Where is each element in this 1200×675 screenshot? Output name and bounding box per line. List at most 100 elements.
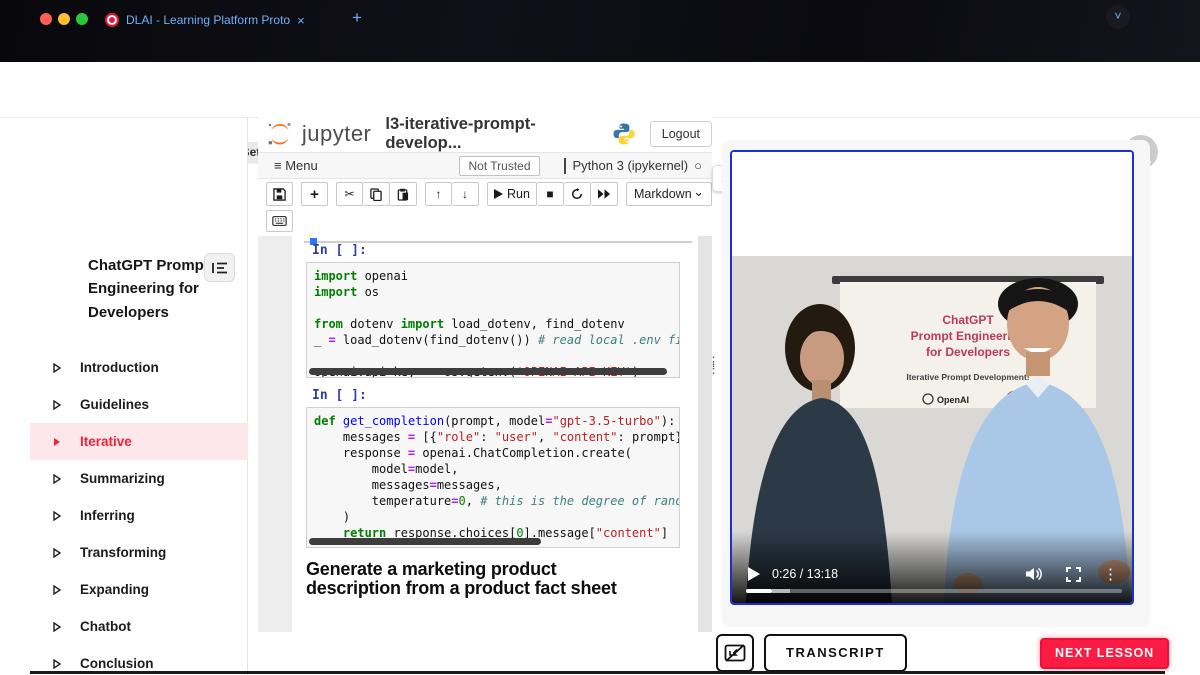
sidebar-item-label: Expanding: [80, 582, 149, 597]
toolbar-row-2: [266, 210, 293, 232]
window-bottom-edge: [30, 671, 1165, 674]
cell-type-dropdown[interactable]: Markdown ⌄: [626, 182, 712, 206]
sidebar-item-iterative-active[interactable]: Iterative: [30, 423, 248, 460]
fullscreen-icon[interactable]: [1066, 567, 1081, 582]
kernel-idle-icon: ○: [694, 158, 702, 173]
window-zoom-button[interactable]: [76, 13, 88, 25]
sidebar-item-inferring[interactable]: Inferring: [30, 497, 248, 534]
tab-favicon: [105, 13, 119, 27]
volume-icon[interactable]: [1026, 567, 1042, 581]
slide-title-line3: for Developers: [926, 345, 1010, 359]
sidebar-toggle-icon: [212, 261, 228, 275]
sidebar-item-label: Transforming: [80, 545, 166, 560]
restart-kernel-button[interactable]: [564, 182, 591, 206]
code-cell-imports[interactable]: import openaiimport os from dotenv impor…: [306, 262, 680, 378]
expand-triangle-icon[interactable]: [52, 400, 62, 410]
not-trusted-badge[interactable]: Not Trusted: [459, 156, 539, 176]
sidebar-item-label: Conclusion: [80, 656, 154, 671]
fast-forward-icon: [598, 189, 611, 199]
sidebar-item-introduction[interactable]: Introduction: [30, 349, 248, 386]
video-player[interactable]: ChatGPT Prompt Engineering for Developer…: [730, 150, 1134, 605]
keyboard-button[interactable]: [266, 210, 293, 232]
chrome-chevron-down-icon[interactable]: ˅: [1106, 5, 1130, 29]
course-sidebar: ChatGPT Prompt Engineering for Developer…: [0, 118, 248, 675]
browser-tab[interactable]: DLAI - Learning Platform Proto ×: [105, 6, 345, 34]
move-cell-up-button[interactable]: ↑: [425, 182, 452, 206]
move-cell-down-button[interactable]: ↓: [452, 182, 479, 206]
video-menu-icon[interactable]: ⋮: [1103, 565, 1118, 583]
new-tab-button[interactable]: +: [352, 8, 362, 28]
markdown-heading: Generate a marketing product description…: [306, 560, 642, 598]
jupyter-logo-icon: [266, 119, 294, 149]
transcript-button[interactable]: TRANSCRIPT: [764, 634, 907, 672]
sidebar-item-guidelines[interactable]: Guidelines: [30, 386, 248, 423]
jupyter-header: jupyter l3-iterative-prompt-develop... L…: [266, 118, 712, 150]
expand-triangle-icon[interactable]: [52, 622, 62, 632]
pip-off-icon: [724, 643, 746, 663]
expand-triangle-icon[interactable]: [52, 474, 62, 484]
divider: [564, 158, 566, 174]
expand-triangle-icon[interactable]: [52, 363, 62, 373]
jupyter-menubar: ≡ Menu Not Trusted Python 3 (ipykernel) …: [258, 152, 712, 179]
save-button[interactable]: [266, 182, 293, 206]
copy-icon: [370, 188, 382, 201]
tab-title: DLAI - Learning Platform Proto: [126, 13, 290, 27]
play-icon: [494, 189, 503, 199]
hamburger-icon: ≡: [274, 158, 282, 173]
copy-cell-button[interactable]: [363, 182, 390, 206]
sidebar-item-label: Summarizing: [80, 471, 165, 486]
cell-prompt: In [ ]:: [312, 243, 367, 258]
sidebar-item-label: Iterative: [80, 434, 132, 449]
jupyter-toolbar: + ✂ ↑ ↓ Run ■ Markdown ⌄: [266, 182, 712, 206]
video-progress-buffered: [772, 589, 790, 593]
restart-run-all-button[interactable]: [591, 182, 618, 206]
restart-icon: [571, 188, 583, 200]
sidebar-item-label: Guidelines: [80, 397, 149, 412]
url-bar-row: ← → ↻ learn.deeplearning.ai/chatgpt-prom…: [0, 34, 1200, 62]
cell-prompt: In [ ]:: [312, 388, 367, 403]
video-time: 0:26 / 13:18: [772, 567, 838, 581]
chevron-down-icon: ⌄: [693, 184, 704, 200]
panel-drag-handle[interactable]: ⋮⋮: [707, 358, 720, 372]
cut-cell-button[interactable]: ✂: [336, 182, 363, 206]
tab-close-icon[interactable]: ×: [297, 13, 305, 28]
jupyter-wordmark: jupyter: [302, 121, 372, 147]
sidebar-toggle-button[interactable]: [204, 253, 235, 282]
paste-cell-button[interactable]: [390, 182, 417, 206]
python-logo-icon: [612, 121, 636, 147]
add-cell-button[interactable]: +: [301, 182, 328, 206]
interrupt-kernel-button[interactable]: ■: [537, 182, 564, 206]
kernel-name: Python 3 (ipykernel): [573, 158, 689, 173]
window-minimize-button[interactable]: [58, 13, 70, 25]
menu-button[interactable]: ≡ Menu: [274, 158, 318, 173]
sidebar-item-expanding[interactable]: Expanding: [30, 571, 248, 608]
sidebar-item-transforming[interactable]: Transforming: [30, 534, 248, 571]
logout-button[interactable]: Logout: [650, 121, 712, 147]
video-progress-bar[interactable]: [746, 589, 1122, 593]
video-play-icon[interactable]: [748, 567, 760, 581]
slide-openai-label: OpenAI: [937, 395, 969, 405]
expand-triangle-icon[interactable]: [52, 437, 62, 447]
slide-subtitle: Iterative Prompt Development!: [906, 372, 1029, 382]
notebook-filename[interactable]: l3-iterative-prompt-develop...: [385, 115, 595, 153]
notebook-scrollbar[interactable]: [698, 236, 712, 632]
sidebar-item-chatbot[interactable]: Chatbot: [30, 608, 248, 645]
paste-icon: [397, 188, 409, 201]
code-cell-get-completion[interactable]: def get_completion(prompt, model="gpt-3.…: [306, 407, 680, 548]
slide-title-line1: ChatGPT: [942, 313, 994, 327]
sidebar-item-label: Inferring: [80, 508, 135, 523]
floppy-icon: [273, 188, 286, 201]
expand-triangle-icon[interactable]: [52, 511, 62, 521]
picture-in-picture-button[interactable]: [716, 634, 754, 672]
next-lesson-button[interactable]: NEXT LESSON: [1040, 638, 1169, 669]
page: DLAI - Learning Platform Proto × + ˅ ← →…: [0, 0, 1200, 675]
run-cell-button[interactable]: Run: [487, 182, 537, 206]
window-close-button[interactable]: [40, 13, 52, 25]
cell-hscrollbar[interactable]: [309, 368, 667, 375]
video-controls: 0:26 / 13:18 ⋮: [732, 559, 1132, 589]
expand-triangle-icon[interactable]: [52, 585, 62, 595]
expand-triangle-icon[interactable]: [52, 659, 62, 669]
cell-hscrollbar[interactable]: [309, 538, 541, 545]
expand-triangle-icon[interactable]: [52, 548, 62, 558]
sidebar-item-summarizing[interactable]: Summarizing: [30, 460, 248, 497]
